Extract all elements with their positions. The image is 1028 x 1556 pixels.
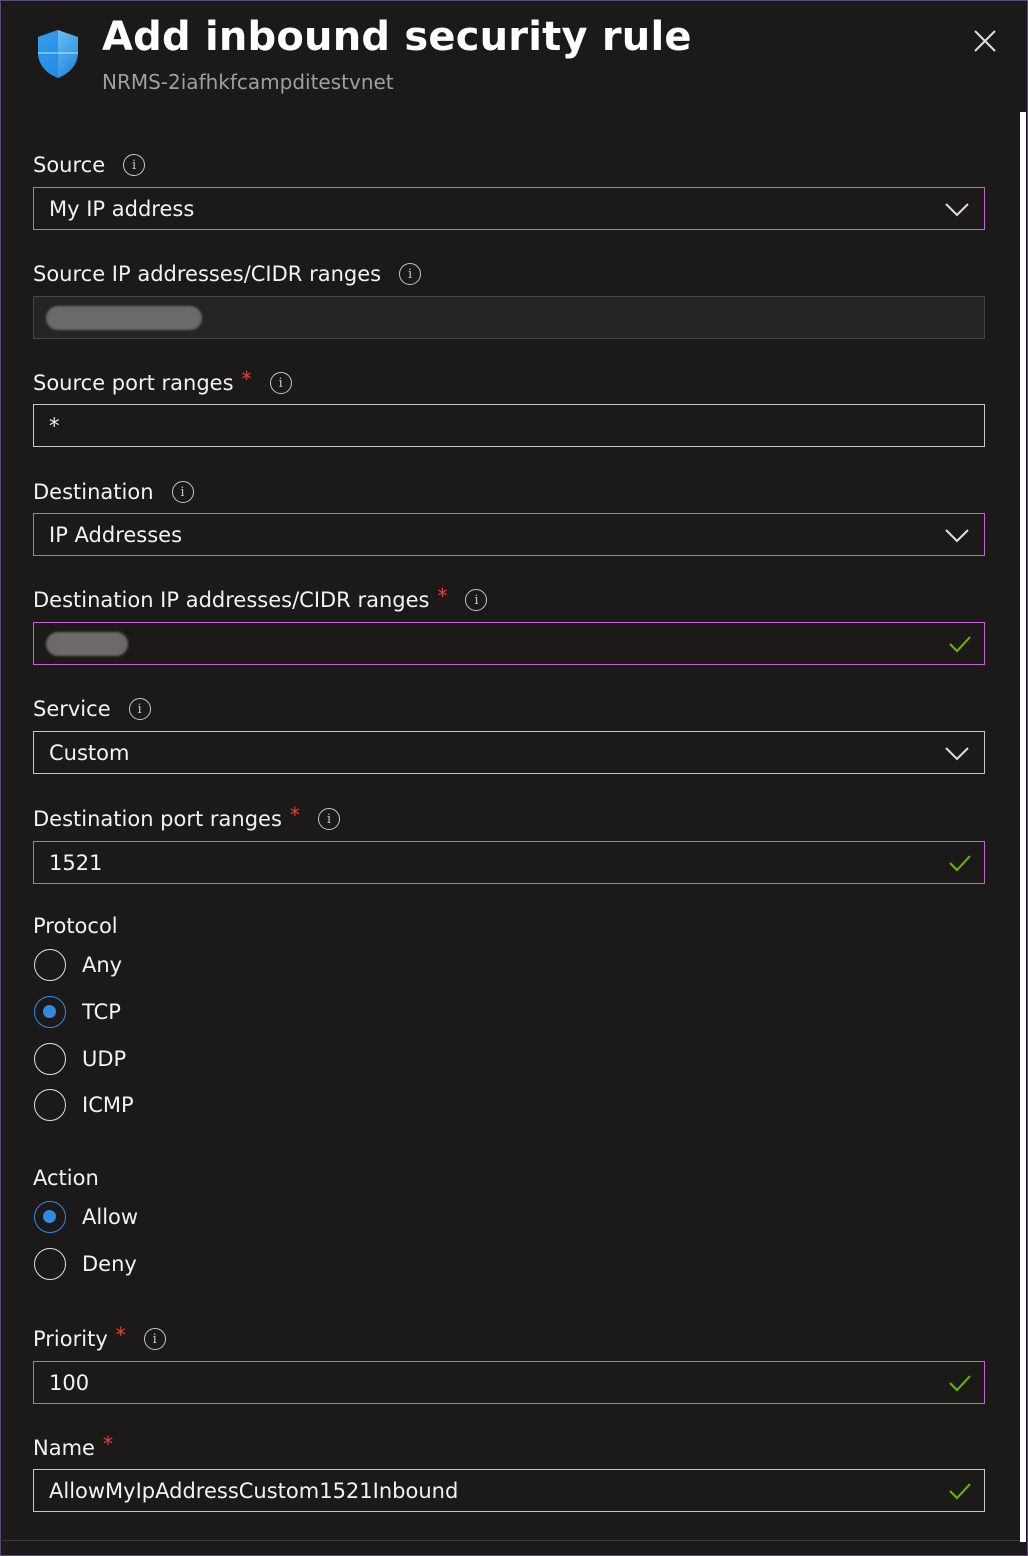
required-indicator: *	[115, 1323, 126, 1347]
info-icon[interactable]: i	[269, 372, 292, 394]
redacted-value	[46, 632, 128, 656]
radio-button[interactable]	[34, 1201, 66, 1233]
dest-ips-input[interactable]	[33, 622, 985, 665]
dest-ips-label: Destination IP addresses/CIDR ranges * i	[33, 584, 488, 615]
page-subtitle: NRMS-2iafhkfcampditestvnet	[102, 70, 394, 94]
page-title: Add inbound security rule	[102, 14, 692, 60]
info-icon[interactable]: i	[399, 263, 422, 285]
priority-label: Priority * i	[33, 1323, 166, 1354]
panel-header: Add inbound security rule NRMS-2iafhkfca…	[0, 0, 1028, 110]
chevron-down-icon	[945, 203, 969, 217]
radio-button[interactable]	[34, 996, 66, 1028]
checkmark-icon	[949, 1483, 971, 1500]
checkmark-icon	[949, 636, 971, 653]
destination-label: Destination i	[33, 477, 194, 507]
divider	[0, 1540, 1020, 1541]
close-icon[interactable]	[970, 26, 1000, 56]
radio-button[interactable]	[34, 949, 66, 981]
info-icon[interactable]: i	[123, 154, 146, 176]
service-dropdown[interactable]: Custom	[33, 731, 985, 774]
source-ips-label: Source IP addresses/CIDR ranges i	[33, 259, 422, 289]
info-icon[interactable]: i	[143, 1328, 166, 1350]
source-ips-input[interactable]	[33, 296, 985, 339]
source-ports-input[interactable]: *	[33, 404, 985, 447]
source-dropdown[interactable]: My IP address	[33, 187, 985, 230]
name-input[interactable]: AllowMyIpAddressCustom1521Inbound	[33, 1469, 985, 1512]
priority-input[interactable]: 100	[33, 1361, 985, 1404]
destination-dropdown[interactable]: IP Addresses	[33, 513, 985, 556]
source-ports-label: Source port ranges * i	[33, 367, 292, 398]
dest-ports-input[interactable]: 1521	[33, 841, 985, 884]
source-label: Source i	[33, 150, 146, 180]
protocol-label: Protocol	[33, 914, 118, 938]
protocol-option-udp[interactable]: UDP	[34, 1042, 126, 1076]
radio-button[interactable]	[34, 1043, 66, 1075]
required-indicator: *	[241, 367, 252, 391]
protocol-option-icmp[interactable]: ICMP	[34, 1088, 134, 1122]
radio-button[interactable]	[34, 1248, 66, 1280]
protocol-option-any[interactable]: Any	[34, 948, 122, 982]
window-frame	[0, 0, 1028, 1556]
checkmark-icon	[949, 855, 971, 872]
info-icon[interactable]: i	[317, 808, 340, 830]
required-indicator: *	[289, 803, 300, 827]
name-label: Name *	[33, 1432, 113, 1460]
service-label: Service i	[33, 694, 151, 724]
required-indicator: *	[102, 1432, 113, 1456]
action-option-allow[interactable]: Allow	[34, 1200, 138, 1234]
info-icon[interactable]: i	[171, 481, 194, 503]
info-icon[interactable]: i	[128, 698, 151, 720]
chevron-down-icon	[945, 747, 969, 761]
scrollbar[interactable]	[1020, 112, 1026, 1542]
checkmark-icon	[949, 1375, 971, 1392]
info-icon[interactable]: i	[465, 589, 488, 611]
action-label: Action	[33, 1166, 99, 1190]
shield-icon	[38, 30, 78, 78]
protocol-option-tcp[interactable]: TCP	[34, 995, 121, 1029]
chevron-down-icon	[945, 529, 969, 543]
action-option-deny[interactable]: Deny	[34, 1247, 137, 1281]
radio-button[interactable]	[34, 1089, 66, 1121]
redacted-value	[46, 306, 202, 330]
dest-ports-label: Destination port ranges * i	[33, 803, 340, 834]
required-indicator: *	[437, 584, 448, 608]
